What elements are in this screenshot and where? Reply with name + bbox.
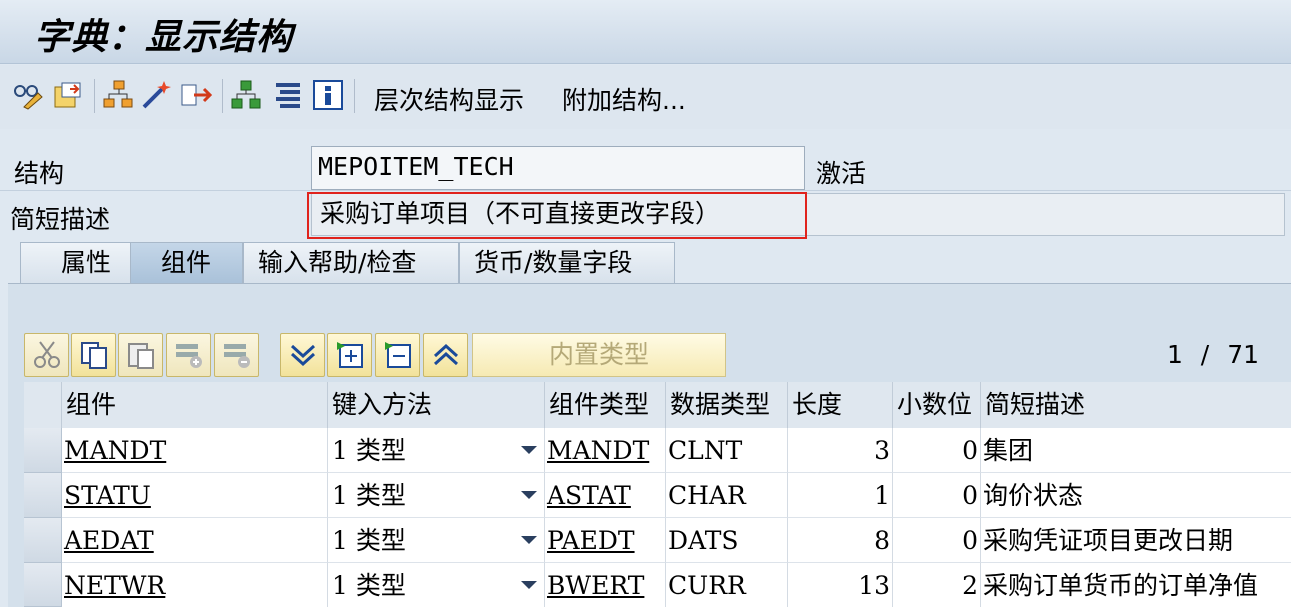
- paste-button[interactable]: [118, 333, 163, 377]
- expand-icon: [337, 342, 363, 368]
- page-indicator: 1 / 71: [1167, 340, 1259, 369]
- tab-attributes[interactable]: 属性: [20, 242, 144, 284]
- dropdown-arrow-icon[interactable]: [521, 446, 537, 454]
- short-description-label: 简短描述: [10, 205, 111, 234]
- component-type[interactable]: PAEDT: [545, 518, 666, 563]
- component-type[interactable]: BWERT: [545, 563, 666, 607]
- decimals-value: 0: [893, 518, 981, 563]
- length-value: 1: [788, 473, 893, 518]
- component-name[interactable]: STATU: [62, 473, 328, 518]
- hierarchy-icon[interactable]: [102, 79, 134, 111]
- column-header-typing[interactable]: 键入方法: [328, 382, 545, 428]
- component-type[interactable]: MANDT: [545, 428, 666, 473]
- builtin-type-button[interactable]: 内置类型: [472, 333, 726, 377]
- tab-input-help-check[interactable]: 输入帮助/检查: [243, 242, 459, 284]
- column-header-data-type[interactable]: 数据类型: [666, 382, 788, 428]
- length-value: 3: [788, 428, 893, 473]
- dropdown-arrow-icon[interactable]: [521, 491, 537, 499]
- scroll-down-button[interactable]: [280, 333, 325, 377]
- scissors-icon: [34, 341, 60, 368]
- insert-row-icon: [176, 344, 202, 368]
- short-description: 采购凭证项目更改日期: [981, 518, 1291, 563]
- delete-row-button[interactable]: [214, 333, 259, 377]
- magic-wand-icon[interactable]: [140, 79, 172, 111]
- component-name[interactable]: AEDAT: [62, 518, 328, 563]
- title-bar: 字典：显示结构: [0, 0, 1291, 64]
- component-name[interactable]: NETWR: [62, 563, 328, 607]
- page-total: 71: [1227, 340, 1259, 369]
- window-title: 字典：显示结构: [34, 17, 294, 58]
- tab-currency-quantity[interactable]: 货币/数量字段: [459, 242, 675, 284]
- data-type: CLNT: [666, 428, 788, 473]
- row-selector[interactable]: [24, 473, 62, 518]
- dropdown-arrow-icon[interactable]: [521, 536, 537, 544]
- typing-method-select[interactable]: 1 类型: [328, 473, 545, 518]
- row-selector[interactable]: [24, 518, 62, 563]
- short-description: 集团: [981, 428, 1291, 473]
- row-selector[interactable]: [24, 428, 62, 473]
- collapse-icon: [385, 342, 411, 368]
- column-header-length[interactable]: 长度: [788, 382, 893, 428]
- structure-name-field[interactable]: MEPOITEM_TECH: [311, 146, 805, 190]
- column-header-component[interactable]: 组件: [62, 382, 328, 428]
- data-type: DATS: [666, 518, 788, 563]
- column-header-decimals[interactable]: 小数位: [893, 382, 981, 428]
- copy-icon: [81, 342, 107, 369]
- double-chevron-up-icon: [433, 343, 459, 366]
- short-description: 询价状态: [981, 473, 1291, 518]
- component-type[interactable]: ASTAT: [545, 473, 666, 518]
- status-text: 激活: [816, 159, 867, 188]
- insert-row-button[interactable]: [166, 333, 211, 377]
- info-icon[interactable]: [312, 79, 344, 111]
- object-tree-icon[interactable]: [230, 79, 262, 111]
- short-description-field[interactable]: 采购订单项目（不可直接更改字段）: [311, 193, 1285, 236]
- other-object-icon[interactable]: [52, 79, 84, 111]
- where-used-icon[interactable]: [180, 79, 213, 111]
- select-all-corner[interactable]: [24, 382, 62, 428]
- page-current: 1: [1166, 340, 1183, 369]
- length-value: 13: [788, 563, 893, 607]
- cut-button[interactable]: [24, 333, 69, 377]
- typing-method-select[interactable]: 1 类型: [328, 428, 545, 473]
- append-structure-button[interactable]: 附加结构...: [562, 81, 686, 117]
- typing-method-select[interactable]: 1 类型: [328, 518, 545, 563]
- components-table: 组件 键入方法 组件类型 数据类型 长度 小数位 简短描述 MANDT 1 类型…: [24, 382, 1291, 607]
- short-description: 采购订单货币的订单净值: [981, 563, 1291, 607]
- display-list-icon[interactable]: [272, 79, 304, 111]
- scroll-up-button[interactable]: [423, 333, 468, 377]
- decimals-value: 0: [893, 473, 981, 518]
- application-toolbar: 层次结构显示 附加结构...: [0, 65, 1291, 129]
- collapse-button[interactable]: [375, 333, 420, 377]
- data-type: CURR: [666, 563, 788, 607]
- tab-components[interactable]: 组件: [130, 242, 243, 284]
- glasses-edit-icon[interactable]: [12, 79, 44, 111]
- paste-icon: [128, 343, 154, 369]
- delete-row-icon: [224, 344, 250, 368]
- column-header-short-description[interactable]: 简短描述: [981, 382, 1291, 428]
- data-type: CHAR: [666, 473, 788, 518]
- page-separator: /: [1200, 340, 1210, 369]
- expand-button[interactable]: [327, 333, 372, 377]
- row-selector[interactable]: [24, 563, 62, 607]
- copy-button[interactable]: [71, 333, 116, 377]
- decimals-value: 2: [893, 563, 981, 607]
- length-value: 8: [788, 518, 893, 563]
- decimals-value: 0: [893, 428, 981, 473]
- column-header-component-type[interactable]: 组件类型: [545, 382, 666, 428]
- double-chevron-down-icon: [290, 344, 316, 367]
- component-name[interactable]: MANDT: [62, 428, 328, 473]
- hierarchy-display-button[interactable]: 层次结构显示: [374, 81, 524, 117]
- typing-method-select[interactable]: 1 类型: [328, 563, 545, 607]
- dropdown-arrow-icon[interactable]: [521, 581, 537, 589]
- structure-label: 结构: [14, 159, 65, 188]
